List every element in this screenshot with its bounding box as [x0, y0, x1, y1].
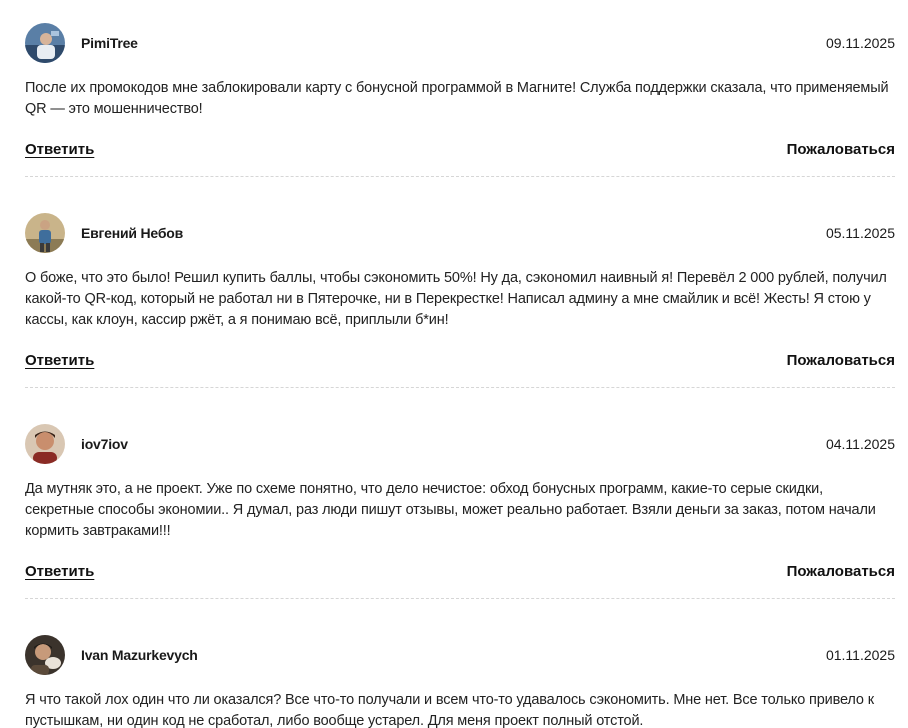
author-name[interactable]: Ivan Mazurkevych — [81, 647, 198, 663]
author-name[interactable]: iov7iov — [81, 436, 128, 452]
avatar — [25, 23, 65, 63]
divider — [25, 387, 895, 388]
avatar — [25, 213, 65, 253]
comment-item: Ivan Mazurkevych 01.11.2025 Я что такой … — [25, 635, 895, 728]
comment-text: Я что такой лох один что ли оказался? Вс… — [25, 692, 874, 728]
reply-button[interactable]: Ответить — [25, 352, 94, 369]
comment-text: После их промокодов мне заблокировали ка… — [25, 80, 889, 117]
avatar — [25, 424, 65, 464]
author-name[interactable]: PimiTree — [81, 35, 138, 51]
reply-button[interactable]: Ответить — [25, 141, 94, 158]
divider — [25, 176, 895, 177]
comment-header: Ivan Mazurkevych 01.11.2025 — [25, 635, 895, 675]
avatar — [25, 635, 65, 675]
comment-item: Евгений Небов 05.11.2025 О боже, что это… — [25, 213, 895, 388]
comment-header: PimiTree 09.11.2025 — [25, 23, 895, 63]
comment-item: PimiTree 09.11.2025 После их промокодов … — [25, 23, 895, 177]
comment-date: 04.11.2025 — [825, 436, 895, 452]
comment-actions: Ответить Пожаловаться — [25, 141, 895, 158]
comment-date: 09.11.2025 — [825, 35, 895, 51]
divider — [25, 598, 895, 599]
report-button[interactable]: Пожаловаться — [787, 352, 895, 369]
comment-header: iov7iov 04.11.2025 — [25, 424, 895, 464]
comment-date: 05.11.2025 — [825, 225, 895, 241]
comment-item: iov7iov 04.11.2025 Да мутняк это, а не п… — [25, 424, 895, 599]
comment-text: Да мутняк это, а не проект. Уже по схеме… — [25, 481, 876, 539]
comment-actions: Ответить Пожаловаться — [25, 563, 895, 580]
report-button[interactable]: Пожаловаться — [787, 141, 895, 158]
comment-actions: Ответить Пожаловаться — [25, 352, 895, 369]
comment-text: О боже, что это было! Решил купить баллы… — [25, 270, 887, 328]
comments-list: PimiTree 09.11.2025 После их промокодов … — [0, 0, 908, 728]
author-name[interactable]: Евгений Небов — [81, 225, 183, 241]
comment-date: 01.11.2025 — [825, 647, 895, 663]
reply-button[interactable]: Ответить — [25, 563, 94, 580]
comment-header: Евгений Небов 05.11.2025 — [25, 213, 895, 253]
report-button[interactable]: Пожаловаться — [787, 563, 895, 580]
